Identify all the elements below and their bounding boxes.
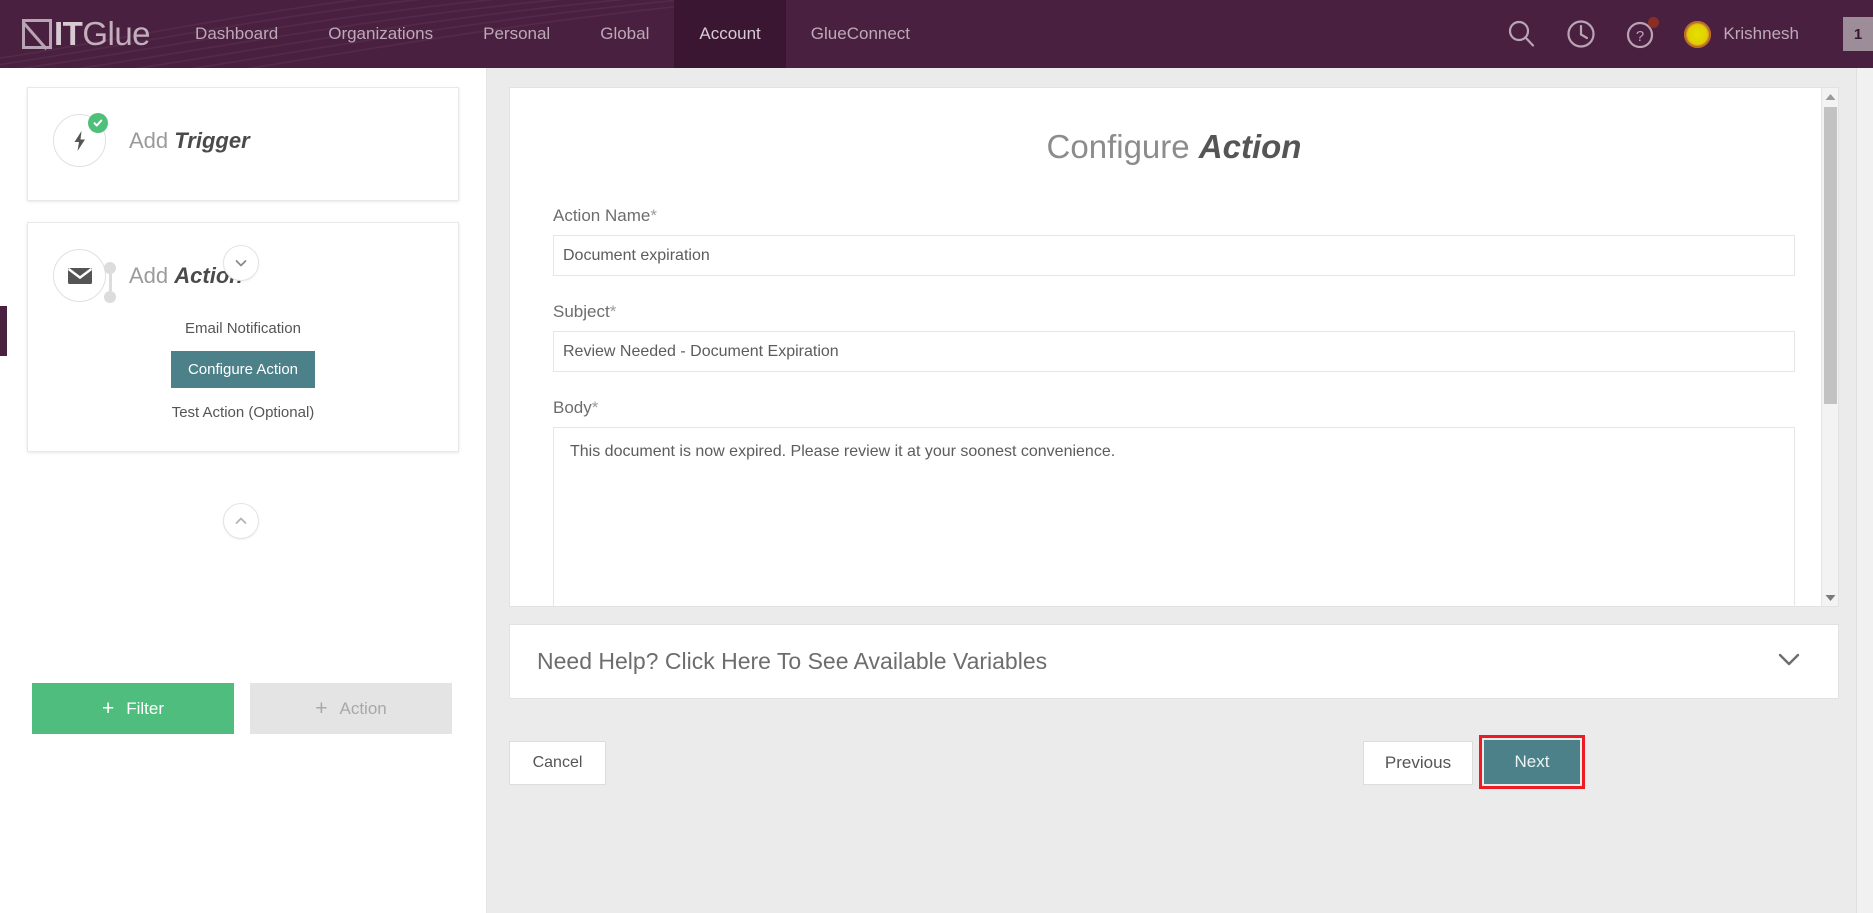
next-button-highlight: Next bbox=[1479, 735, 1585, 789]
nav-right-cluster: ? Krishnesh 1 bbox=[1504, 0, 1873, 68]
subject-label: Subject* bbox=[553, 302, 1795, 322]
configure-action-button[interactable]: Configure Action bbox=[170, 351, 316, 388]
corner-badge[interactable]: 1 bbox=[1843, 17, 1873, 51]
action-name-label: Action Name* bbox=[553, 206, 1795, 226]
nav-item-personal[interactable]: Personal bbox=[458, 0, 575, 68]
nav-item-organizations[interactable]: Organizations bbox=[303, 0, 458, 68]
collapse-trigger-chevron-down-icon[interactable] bbox=[223, 245, 259, 281]
logo-text-glue: Glue bbox=[82, 15, 151, 52]
action-title-prefix: Add bbox=[129, 262, 175, 288]
form-footer: Cancel Previous Next bbox=[487, 721, 1873, 913]
next-button[interactable]: Next bbox=[1484, 740, 1580, 784]
avatar bbox=[1684, 20, 1712, 48]
chevron-down-icon[interactable] bbox=[1774, 649, 1804, 674]
search-icon[interactable] bbox=[1504, 17, 1538, 51]
page-shell: Add Trigger Add Action Email Notificatio… bbox=[0, 68, 1873, 913]
logo-mark-icon bbox=[22, 19, 52, 49]
step-connector bbox=[104, 262, 116, 303]
help-bar-label: Need Help? Click Here To See Available V… bbox=[537, 648, 1048, 674]
page-scrollbar[interactable] bbox=[1856, 68, 1873, 913]
available-variables-help-bar[interactable]: Need Help? Click Here To See Available V… bbox=[509, 624, 1839, 699]
add-action-button[interactable]: + Action bbox=[250, 683, 452, 734]
connector-line bbox=[108, 274, 112, 291]
cancel-button[interactable]: Cancel bbox=[509, 741, 606, 785]
help-question-icon[interactable]: ? bbox=[1624, 17, 1660, 51]
scroll-up-arrow-icon[interactable] bbox=[1822, 88, 1838, 105]
trigger-title-prefix: Add bbox=[129, 127, 175, 153]
form-scrollbar-thumb[interactable] bbox=[1824, 107, 1837, 404]
history-clock-icon[interactable] bbox=[1564, 17, 1598, 51]
required-marker: * bbox=[650, 206, 657, 225]
action-name-input[interactable] bbox=[553, 235, 1795, 276]
trigger-header: Add Trigger bbox=[28, 88, 458, 167]
connector-dot-bottom bbox=[104, 291, 116, 303]
collapse-action-chevron-up-icon[interactable] bbox=[223, 503, 259, 539]
workflow-sidebar: Add Trigger Add Action Email Notificatio… bbox=[0, 68, 487, 913]
form-title-bold: Action bbox=[1198, 128, 1302, 165]
configure-action-form-card: Configure Action Action Name* Subject* B… bbox=[509, 87, 1839, 607]
plus-icon-action: + bbox=[315, 697, 328, 720]
form-scrollbar[interactable] bbox=[1821, 88, 1838, 606]
plus-icon: + bbox=[101, 697, 115, 720]
add-step-buttons: + Filter + Action bbox=[32, 683, 452, 734]
top-navigation-bar: ITGlue Dashboard Organizations Personal … bbox=[0, 0, 1873, 68]
body-label: Body* bbox=[553, 398, 1795, 418]
field-group-subject: Subject* bbox=[553, 302, 1795, 372]
user-menu[interactable]: Krishnesh bbox=[1684, 20, 1799, 48]
test-action-link[interactable]: Test Action (Optional) bbox=[28, 404, 458, 421]
add-action-label: Action bbox=[339, 698, 387, 718]
logo-text-it: IT bbox=[54, 15, 83, 52]
nav-item-glueconnect[interactable]: GlueConnect bbox=[786, 0, 935, 68]
body-textarea[interactable]: This document is now expired. Please rev… bbox=[553, 427, 1795, 606]
form-title-prefix: Configure bbox=[1046, 128, 1199, 165]
itglue-logo[interactable]: ITGlue bbox=[0, 0, 170, 68]
sidebar-edge-tab bbox=[0, 306, 7, 356]
trigger-title-bold: Trigger bbox=[174, 127, 250, 153]
field-group-action-name: Action Name* bbox=[553, 206, 1795, 276]
nav-item-dashboard[interactable]: Dashboard bbox=[170, 0, 303, 68]
add-filter-button[interactable]: + Filter bbox=[32, 683, 234, 734]
envelope-icon bbox=[53, 249, 106, 302]
action-subtitle: Email Notification bbox=[185, 320, 301, 337]
page-title: Configure Action bbox=[553, 128, 1795, 166]
required-marker: * bbox=[609, 302, 617, 321]
trigger-complete-check-icon bbox=[88, 113, 108, 133]
required-marker: * bbox=[591, 398, 599, 417]
nav-item-global[interactable]: Global bbox=[575, 0, 674, 68]
main-content-area: Configure Action Action Name* Subject* B… bbox=[487, 68, 1873, 913]
scroll-down-arrow-icon[interactable] bbox=[1822, 589, 1838, 606]
subject-input[interactable] bbox=[553, 331, 1795, 372]
form-inner: Configure Action Action Name* Subject* B… bbox=[510, 88, 1838, 606]
nav-item-account[interactable]: Account bbox=[674, 0, 786, 68]
action-name-label-text: Action Name bbox=[553, 206, 651, 225]
primary-nav-items: Dashboard Organizations Personal Global … bbox=[170, 0, 935, 68]
add-filter-label: Filter bbox=[126, 698, 165, 718]
trigger-title: Add Trigger bbox=[129, 128, 250, 154]
connector-dot-top bbox=[104, 262, 116, 274]
svg-text:?: ? bbox=[1636, 28, 1644, 45]
workflow-step-trigger[interactable]: Add Trigger bbox=[27, 87, 459, 201]
field-group-body: Body* This document is now expired. Plea… bbox=[553, 398, 1795, 606]
user-name-label: Krishnesh bbox=[1723, 24, 1799, 43]
lightning-bolt-icon bbox=[53, 113, 108, 167]
subject-label-text: Subject bbox=[553, 302, 610, 321]
body-label-text: Body bbox=[553, 398, 592, 417]
logo-wordmark: ITGlue bbox=[54, 17, 151, 50]
previous-button[interactable]: Previous bbox=[1363, 741, 1473, 785]
